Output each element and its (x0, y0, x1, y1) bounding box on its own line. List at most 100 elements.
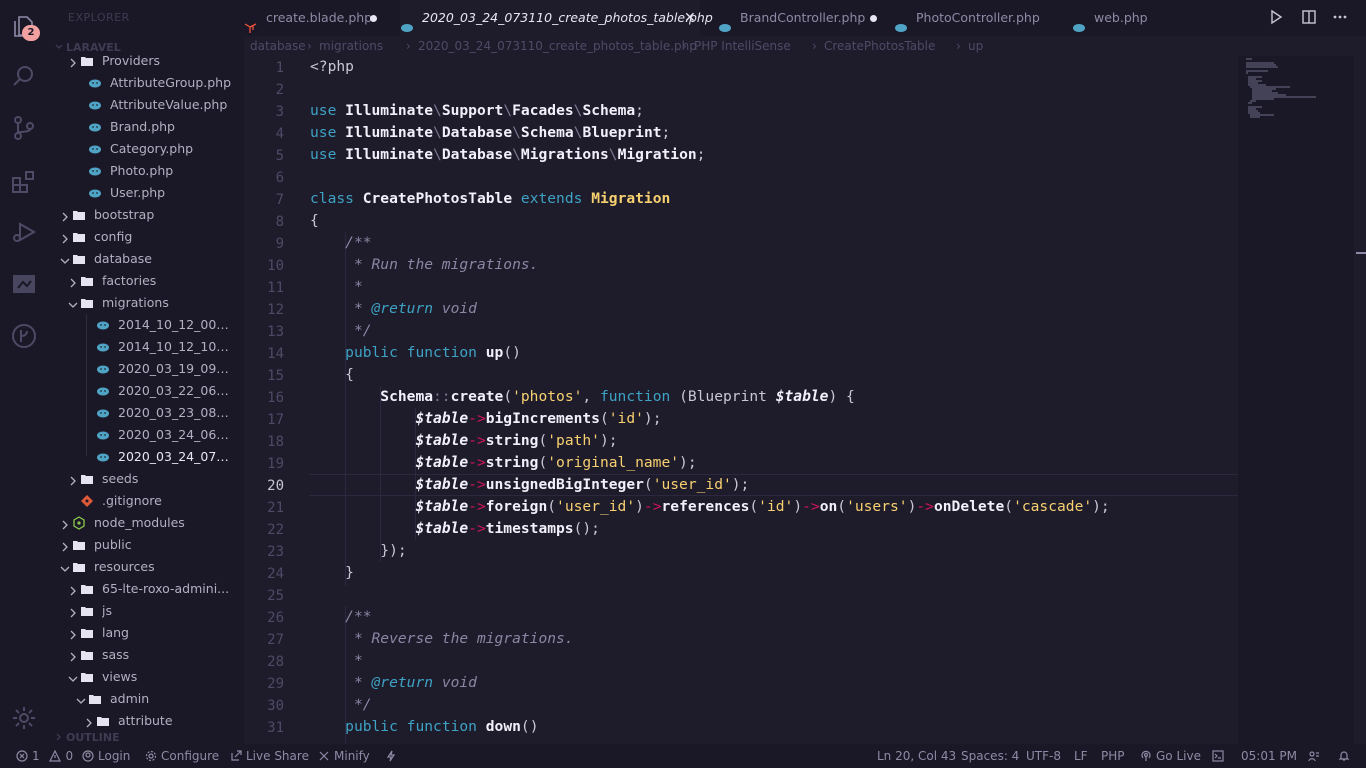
tree-item[interactable]: .gitignore (48, 490, 244, 512)
editor-tab[interactable]: create.blade.php (244, 0, 386, 36)
tree-item[interactable]: AttributeGroup.php (48, 72, 244, 94)
tree-item-label: migrations (102, 295, 169, 310)
tree-item-label: AttributeGroup.php (110, 75, 232, 90)
login-button[interactable]: Login (82, 749, 130, 763)
editor-tab[interactable]: BrandController.php (718, 0, 888, 36)
breadcrumb-item[interactable]: up (968, 39, 983, 53)
editor-tab[interactable]: web.php (1072, 0, 1172, 36)
chevron-down-icon[interactable] (60, 562, 70, 572)
tree-item[interactable]: Brand.php (48, 116, 244, 138)
breadcrumb-item[interactable]: 2020_03_24_073110_create_photos_table.ph… (418, 39, 697, 53)
chevron-right-icon[interactable] (60, 518, 70, 530)
unsaved-dot-icon[interactable] (370, 15, 377, 22)
extensions-icon[interactable] (10, 168, 38, 196)
chevron-right-icon[interactable] (68, 628, 78, 640)
php-file-icon (96, 450, 110, 464)
chevron-right-icon[interactable] (68, 650, 78, 662)
tree-item[interactable]: lang (48, 622, 244, 644)
chevron-right-icon[interactable] (68, 56, 78, 68)
lightning-button[interactable] (385, 749, 401, 763)
vertical-scrollbar[interactable] (1354, 56, 1366, 744)
problems-indicator[interactable]: 1 0 (16, 749, 73, 763)
language-mode[interactable]: PHP (1101, 749, 1125, 763)
tree-item[interactable]: factories (48, 270, 244, 292)
tree-item[interactable]: 2014_10_12_0000... (48, 314, 244, 336)
tree-item[interactable]: admin (48, 688, 244, 710)
tree-item[interactable]: sass (48, 644, 244, 666)
chevron-right-icon[interactable] (68, 606, 78, 618)
tree-item[interactable]: 2020_03_19_0935... (48, 358, 244, 380)
split-editor-icon[interactable] (1301, 9, 1317, 25)
chevron-right-icon[interactable] (84, 716, 94, 728)
chevron-down-icon[interactable] (68, 298, 78, 308)
source-control-icon[interactable] (10, 114, 38, 142)
run-debug-icon[interactable] (10, 218, 38, 246)
live-share-button[interactable]: Live Share (230, 749, 309, 763)
folder-icon (72, 538, 86, 552)
breadcrumb-item[interactable]: migrations (319, 39, 383, 53)
tree-item[interactable]: 2014_10_12_1000... (48, 336, 244, 358)
tree-item[interactable]: AttributeValue.php (48, 94, 244, 116)
warning-count: 0 (65, 749, 74, 763)
more-actions-icon[interactable] (1332, 9, 1348, 25)
tree-item[interactable]: bootstrap (48, 204, 244, 226)
editor-tab[interactable]: PhotoController.php (894, 0, 1064, 36)
tree-item[interactable]: 2020_03_23_0852... (48, 402, 244, 424)
tree-item-label: 2020_03_19_0935... (118, 361, 236, 376)
remote-explorer-icon[interactable] (10, 270, 38, 298)
chevron-right-icon[interactable] (60, 540, 70, 552)
run-file-icon[interactable] (1268, 9, 1284, 25)
chevron-right-icon[interactable] (60, 210, 70, 222)
tree-item[interactable]: Photo.php (48, 160, 244, 182)
tree-item[interactable]: config (48, 226, 244, 248)
breadcrumb-item[interactable]: database (250, 39, 306, 53)
tree-item[interactable]: Category.php (48, 138, 244, 160)
tree-item[interactable]: 2020_03_24_0731... (48, 446, 244, 468)
tree-item[interactable]: User.php (48, 182, 244, 204)
tree-item[interactable]: resources (48, 556, 244, 578)
code-line: * (353, 652, 363, 669)
chevron-right-icon[interactable] (68, 474, 78, 486)
breadcrumb-item[interactable]: PHP IntelliSense (694, 39, 791, 53)
editor-tab[interactable]: 2020_03_24_073110_create_photos_table.ph… (400, 0, 713, 36)
configure-button[interactable]: Configure (145, 749, 219, 763)
encoding-setting[interactable]: UTF-8 (1026, 749, 1061, 763)
chevron-right-icon[interactable] (68, 276, 78, 288)
breadcrumb-item[interactable]: CreatePhotosTable (824, 39, 935, 53)
tree-item[interactable]: seeds (48, 468, 244, 490)
unsaved-dot-icon[interactable] (870, 15, 877, 22)
tree-item[interactable]: Providers (48, 50, 244, 72)
notifications-button[interactable] (1338, 749, 1354, 763)
code-editor[interactable]: 1 2 3 4 5 6 7 8 9 10 11 12 13 14 15 16 17 18 19 20 21 22 23 24 2… (244, 56, 1238, 744)
git-graph-icon[interactable] (10, 322, 38, 350)
close-tab-icon[interactable]: ✕ (684, 0, 696, 36)
settings-gear-icon[interactable] (10, 704, 38, 732)
tree-item[interactable]: 2020_03_22_0624... (48, 380, 244, 402)
tree-item[interactable]: public (48, 534, 244, 556)
folder-icon (80, 648, 94, 662)
section-outline[interactable]: OUTLINE (48, 728, 244, 744)
tree-item[interactable]: 2020_03_24_0648... (48, 424, 244, 446)
go-live-button[interactable]: Go Live (1140, 749, 1201, 763)
minify-button[interactable]: Minify (318, 749, 370, 763)
tree-item[interactable]: views (48, 666, 244, 688)
tree-item[interactable]: js (48, 600, 244, 622)
chevron-right-icon[interactable] (68, 584, 78, 596)
chevron-down-icon[interactable] (68, 672, 78, 682)
terminal-button[interactable] (1212, 749, 1228, 763)
chevron-down-icon[interactable] (60, 254, 70, 264)
tree-item-label: Providers (102, 53, 160, 68)
tree-item[interactable]: node_modules (48, 512, 244, 534)
feedback-button[interactable] (1308, 749, 1324, 763)
chevron-right-icon[interactable] (60, 232, 70, 244)
tree-item[interactable]: migrations (48, 292, 244, 314)
tree-item[interactable]: 65-lte-roxo-admini... (48, 578, 244, 600)
eol-setting[interactable]: LF (1074, 749, 1088, 763)
minimap[interactable] (1238, 56, 1354, 744)
explorer-title: EXPLORER (68, 11, 130, 24)
search-icon[interactable] (10, 62, 38, 90)
chevron-down-icon[interactable] (76, 694, 86, 704)
tree-item[interactable]: database (48, 248, 244, 270)
indentation-setting[interactable]: Spaces: 4 (961, 749, 1019, 763)
cursor-position[interactable]: Ln 20, Col 43 (877, 749, 956, 763)
